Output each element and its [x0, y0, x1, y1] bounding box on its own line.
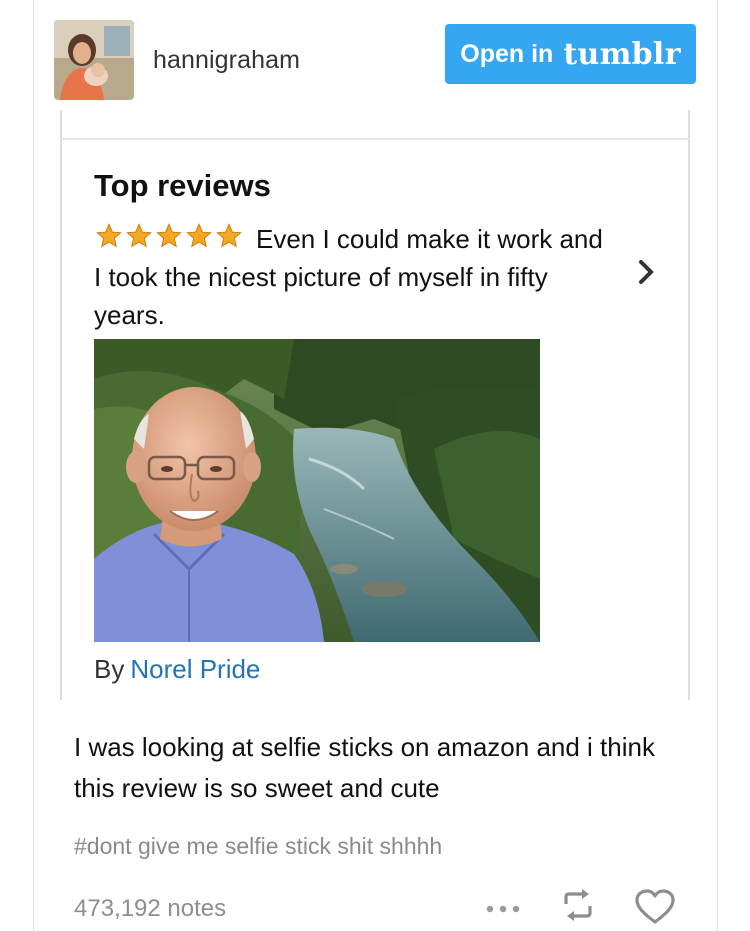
review-photo	[94, 339, 540, 642]
chevron-right-icon[interactable]	[636, 258, 656, 291]
tumblr-logo: tumblr	[563, 36, 681, 72]
divider	[60, 138, 690, 140]
review-author-link[interactable]: Norel Pride	[130, 654, 260, 684]
avatar[interactable]	[54, 20, 134, 100]
post-caption: I was looking at selfie sticks on amazon…	[74, 732, 655, 803]
heart-icon[interactable]	[635, 889, 675, 925]
review-heading: Top reviews	[94, 168, 271, 203]
username[interactable]: hannigraham	[153, 46, 300, 75]
open-in-label: Open in	[460, 39, 554, 68]
review-byline: By Norel Pride	[94, 654, 260, 685]
reblog-icon[interactable]	[560, 888, 596, 922]
notes-count[interactable]: 473,192 notes	[74, 895, 226, 923]
review-text: Even I could make it work and I took the…	[94, 224, 603, 330]
open-in-tumblr-button[interactable]: Open in tumblr	[445, 24, 696, 84]
more-icon[interactable]	[483, 899, 523, 919]
by-label: By	[94, 654, 125, 684]
post-tags[interactable]: #dont give me selfie stick shit shhhh	[74, 833, 442, 860]
